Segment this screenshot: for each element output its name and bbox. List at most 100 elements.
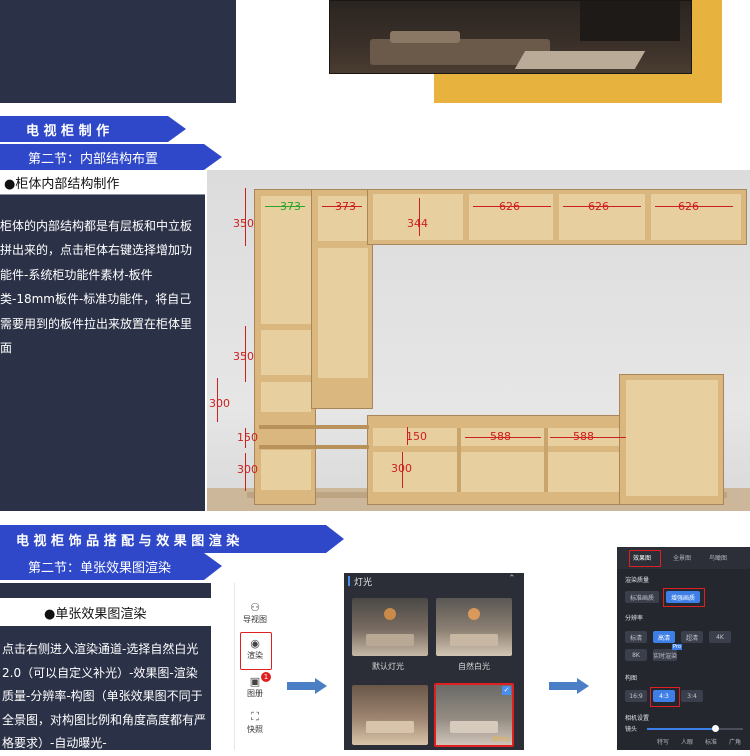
flow-arrow-1 [287, 678, 327, 694]
tall-column-inner-3 [261, 382, 311, 412]
tab-panorama[interactable]: 全景图 [673, 553, 691, 562]
dim-373a: 373 [280, 200, 301, 213]
section1-ribbon-sub-text: 第二节：内部结构布置 [28, 151, 159, 167]
lighting-panel: 灯光 ⌃ 默认灯光 自然白光 ✓ Beta [344, 573, 524, 750]
resolution-fhd[interactable]: 超清 [681, 631, 703, 643]
quality-title: 渲染质量 [625, 577, 650, 584]
left-shelf-2 [259, 445, 369, 449]
section1-ribbon-main: 电 视 柜 制 作 [0, 116, 186, 142]
toolbar-snapshot-label: 快照 [247, 725, 263, 734]
dim-350a: 350 [233, 217, 254, 230]
toolbar-album-label: 图册 [247, 689, 263, 698]
quality-standard[interactable]: 标准画质 [625, 591, 659, 603]
second-column-inner [318, 248, 368, 378]
section1-ribbon-main-text: 电 视 柜 制 作 [26, 123, 110, 139]
lens-mark-wide: 广角 [729, 739, 742, 746]
dim-300b: 300 [237, 463, 258, 476]
dim-626b: 626 [588, 200, 609, 213]
light-option-3-thumbnail[interactable] [352, 685, 428, 745]
section2-body-text: 点击右侧进入渲染通道-选择自然白光2.0（可以自定义补光）-效果图-渲染质量-分… [2, 642, 207, 750]
lens-label: 镜头 [625, 726, 638, 733]
dim-344: 344 [407, 217, 428, 230]
toolbar-render-item[interactable]: ◉ 渲染 [235, 637, 275, 661]
natural-light-label: 自然白光 [458, 662, 490, 671]
tall-column-inner [261, 196, 311, 324]
pro-badge: Pro [672, 644, 682, 650]
sofa-shape-4 [450, 721, 498, 733]
resolution-hd[interactable]: 高清 [653, 631, 675, 643]
lamp-glow-2 [468, 608, 480, 620]
composition-3-4[interactable]: 3:4 [681, 690, 703, 702]
top-left-dark-panel [0, 0, 236, 103]
lens-mark-closeup: 特写 [657, 739, 670, 746]
section2-bullet-title: ●单张效果图渲染 [44, 607, 147, 622]
tall-column-inner-2 [261, 330, 311, 375]
right-low-inner [626, 380, 718, 496]
composition-title: 构图 [625, 675, 638, 682]
nav-icon: ⚇ [250, 601, 260, 614]
section1-bullet-title: ●柜体内部结构制作 [4, 177, 120, 192]
lens-slider-fill [647, 728, 715, 730]
snapshot-icon: ⛶ [251, 710, 259, 723]
lens-slider-handle[interactable] [712, 725, 719, 732]
section1-ribbon-sub: 第二节：内部结构布置 [0, 144, 222, 170]
lighting-collapse-icon[interactable]: ⌃ [508, 574, 516, 584]
tall-column-inner-4 [261, 450, 311, 490]
dim-300a: 300 [209, 397, 230, 410]
toolbar-render-label: 渲染 [247, 651, 263, 660]
selected-check-icon: ✓ [502, 686, 511, 695]
composition-4-3[interactable]: 4:3 [653, 690, 675, 702]
floor-rug [514, 51, 646, 69]
section2-ribbon-sub: 第二节：单张效果图渲染 [0, 553, 222, 580]
render-toolbar: ⚇ 导视图 ◉ 渲染 ▣ 图册 1 ⛶ 快照 [234, 583, 275, 750]
section2-ribbon-sub-text: 第二节：单张效果图渲染 [28, 561, 172, 576]
lens-mark-eye: 人眼 [681, 739, 694, 746]
default-light-thumbnail[interactable] [352, 598, 428, 656]
resolution-sd[interactable]: 标清 [625, 631, 647, 643]
render-settings-panel: 效果图 全景图 鸟瞰图 渲染质量 标准画质 增强画质 分辨率 标清 高清 超清 … [617, 547, 750, 750]
resolution-realtime[interactable]: 实时渲染 [653, 649, 677, 661]
bed-pillow [390, 31, 460, 43]
section2-bullet-title-bar: ●单张效果图渲染 [0, 598, 211, 626]
lens-mark-standard: 标准 [705, 739, 718, 746]
wall-panel [580, 1, 680, 41]
camera-title: 相机设置 [625, 715, 650, 722]
tab-effect[interactable]: 效果图 [633, 553, 651, 562]
section2-ribbon-main-text: 电 视 柜 饰 品 搭 配 与 效 果 图 渲 染 [16, 533, 240, 549]
quality-enhanced[interactable]: 增强画质 [666, 591, 700, 603]
section1-body-text: 柜体的内部结构都是有层板和中立板拼出来的，点击柜体右键选择增加功能件-系统柜功能… [0, 219, 193, 356]
album-badge: 1 [261, 672, 271, 682]
dim-350b: 350 [233, 350, 254, 363]
dim-588b: 588 [573, 430, 594, 443]
section2-ribbon-main: 电 视 柜 饰 品 搭 配 与 效 果 图 渲 染 [0, 525, 344, 553]
toolbar-nav-label: 导视图 [243, 615, 267, 624]
toolbar-snapshot-item[interactable]: ⛶ 快照 [235, 710, 275, 735]
section1-bullet-underline [0, 194, 205, 195]
lighting-title: 灯光 [354, 578, 373, 588]
composition-16-9[interactable]: 16:9 [625, 690, 647, 702]
natural-light-2-thumbnail[interactable]: ✓ Beta [434, 683, 514, 747]
sofa-shape [366, 634, 414, 646]
sofa-shape-3 [366, 721, 414, 733]
dim-150a: 150 [237, 431, 258, 444]
dim-626c: 626 [678, 200, 699, 213]
cabinet-scene: 373 373 344 626 626 626 350 350 300 150 … [207, 170, 750, 511]
toolbar-nav-item[interactable]: ⚇ 导视图 [235, 601, 275, 625]
natural-light-thumbnail[interactable] [436, 598, 512, 656]
dim-150b: 150 [406, 430, 427, 443]
resolution-4k[interactable]: 4K [709, 631, 731, 643]
lamp-glow [384, 608, 396, 620]
tv-low-div1 [457, 428, 461, 492]
dim-626a: 626 [499, 200, 520, 213]
default-light-label: 默认灯光 [372, 662, 404, 671]
section1-bullet-title-bar: ●柜体内部结构制作 [0, 170, 205, 194]
beta-badge: Beta [492, 735, 509, 743]
tab-aerial[interactable]: 鸟瞰图 [709, 553, 727, 562]
resolution-8k[interactable]: 8K [625, 649, 647, 661]
dim-300c: 300 [391, 462, 412, 475]
bedroom-render-image [329, 0, 692, 74]
dim-588a: 588 [490, 430, 511, 443]
flow-arrow-2 [549, 678, 589, 694]
tv-low-div2 [544, 428, 548, 492]
dim-373b: 373 [335, 200, 356, 213]
